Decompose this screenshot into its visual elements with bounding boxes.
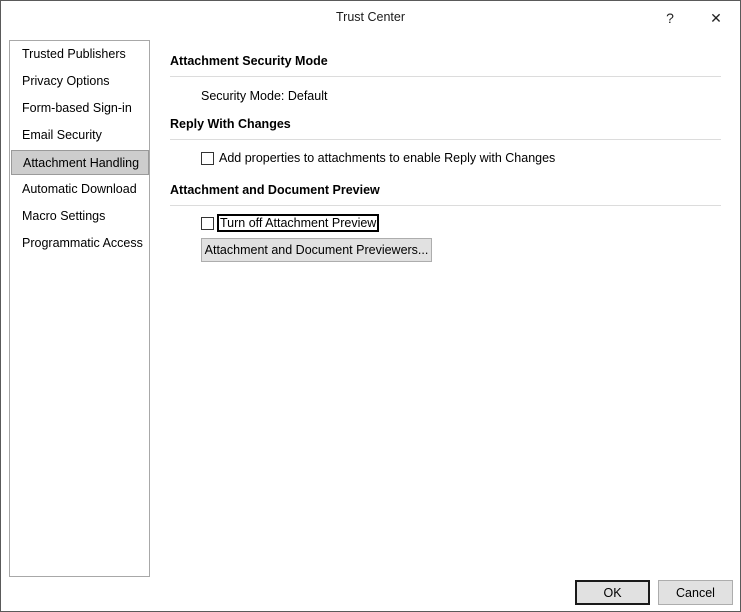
- sidebar-item-form-based-sign-in[interactable]: Form-based Sign-in: [11, 96, 149, 121]
- reply-with-changes-label[interactable]: Add properties to attachments to enable …: [219, 151, 555, 165]
- sidebar-item-attachment-handling[interactable]: Attachment Handling: [11, 150, 149, 175]
- category-sidebar: Trusted Publishers Privacy Options Form-…: [9, 40, 150, 577]
- section-header-attachment-security-mode: Attachment Security Mode: [170, 54, 328, 68]
- reply-with-changes-checkbox[interactable]: [201, 151, 214, 165]
- section-divider: [170, 205, 721, 206]
- sidebar-item-automatic-download[interactable]: Automatic Download: [11, 177, 149, 202]
- settings-panel: Attachment Security Mode Security Mode: …: [170, 1, 721, 301]
- document-previewers-button[interactable]: Attachment and Document Previewers...: [201, 238, 432, 262]
- ok-button[interactable]: OK: [575, 580, 650, 605]
- sidebar-item-email-security[interactable]: Email Security: [11, 123, 149, 148]
- section-divider: [170, 76, 721, 77]
- security-mode-text: Security Mode: Default: [201, 89, 328, 103]
- turn-off-preview-option[interactable]: Turn off Attachment Preview: [201, 214, 380, 232]
- section-header-reply-with-changes: Reply With Changes: [170, 117, 291, 131]
- trust-center-dialog: Trust Center ? ✕ Trusted Publishers Priv…: [0, 0, 741, 612]
- section-header-attachment-preview: Attachment and Document Preview: [170, 183, 380, 197]
- turn-off-preview-checkbox[interactable]: [201, 216, 214, 230]
- turn-off-preview-label[interactable]: Turn off Attachment Preview: [216, 214, 380, 232]
- section-divider: [170, 139, 721, 140]
- cancel-button[interactable]: Cancel: [658, 580, 733, 605]
- sidebar-item-macro-settings[interactable]: Macro Settings: [11, 204, 149, 229]
- sidebar-item-trusted-publishers[interactable]: Trusted Publishers: [11, 42, 149, 67]
- reply-with-changes-option[interactable]: Add properties to attachments to enable …: [201, 151, 555, 165]
- sidebar-item-programmatic-access[interactable]: Programmatic Access: [11, 231, 149, 256]
- sidebar-item-privacy-options[interactable]: Privacy Options: [11, 69, 149, 94]
